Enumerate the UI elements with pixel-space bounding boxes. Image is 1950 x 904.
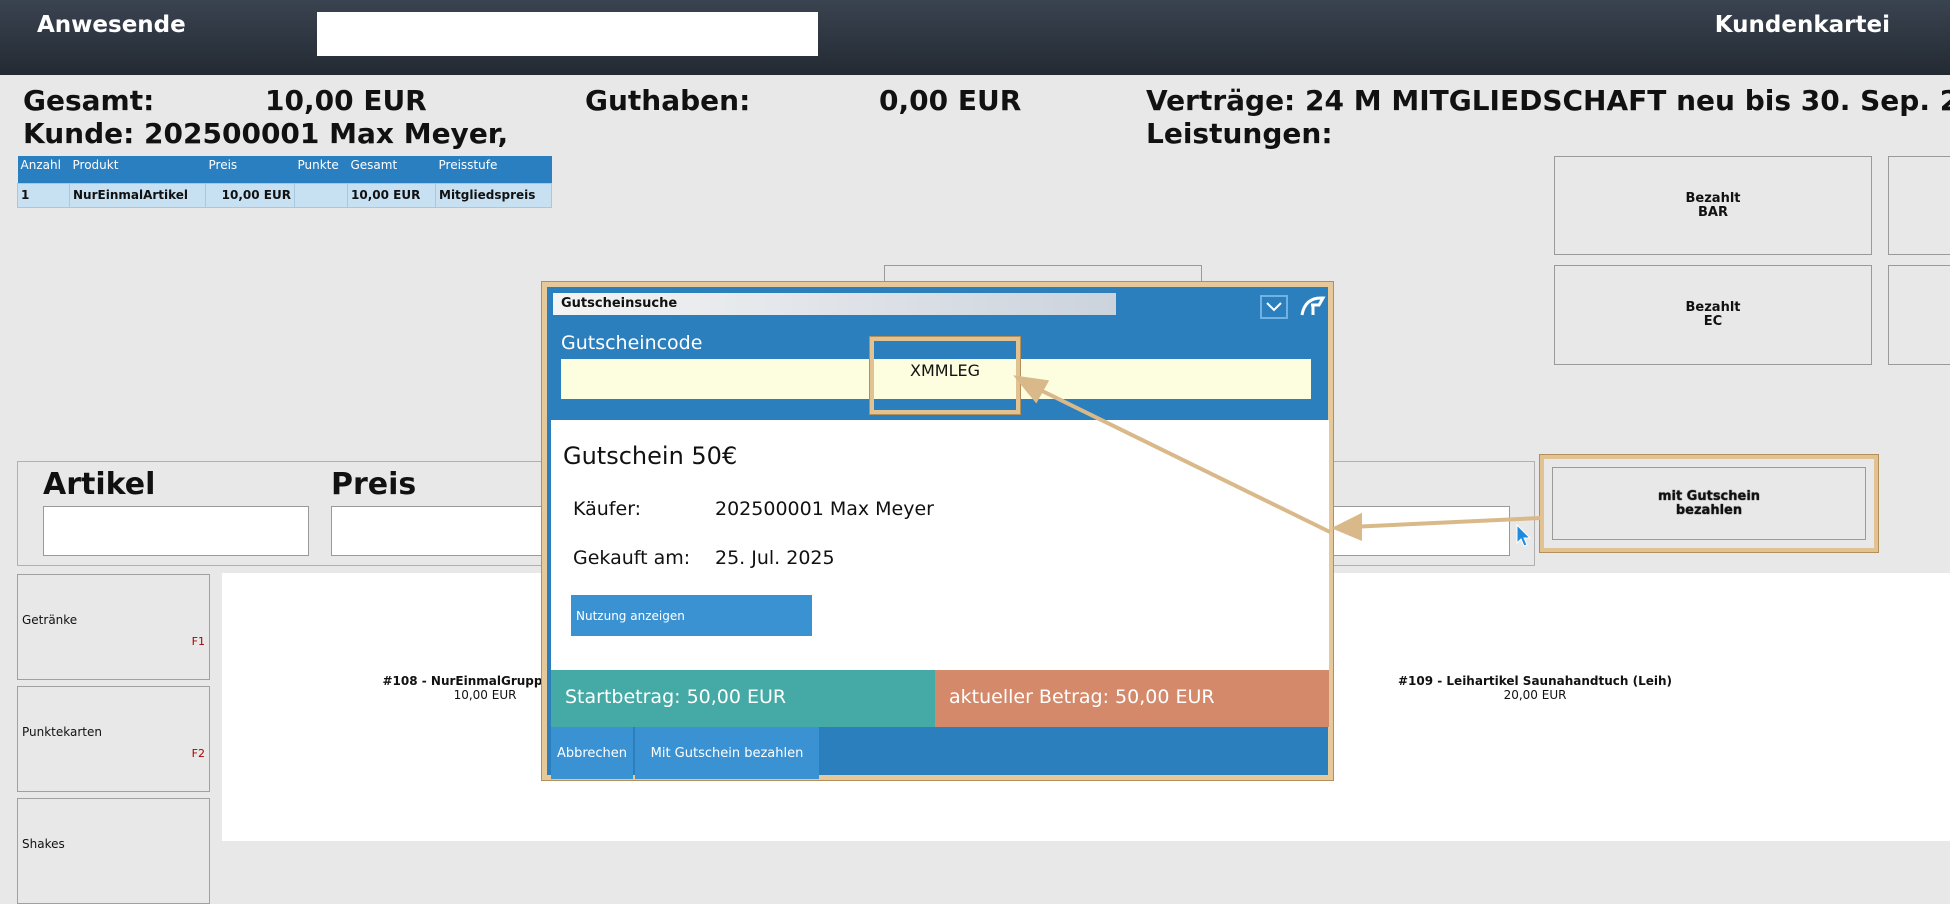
buyer-value: 202500001 Max Meyer xyxy=(715,498,934,520)
pay-with-voucher-highlight: mit Gutschein bezahlen xyxy=(1540,455,1878,552)
category-hotkey: F1 xyxy=(191,635,205,648)
total-value: 10,00 EUR xyxy=(265,84,427,117)
voucher-details: Gutschein 50€ Käufer: 202500001 Max Meye… xyxy=(551,420,1329,670)
contracts-text: Verträge: 24 M MITGLIEDSCHAFT neu bis 30… xyxy=(1146,84,1950,117)
cart-header: Anzahl xyxy=(17,156,70,183)
cart-header: Produkt xyxy=(69,156,206,183)
cell-product: NurEinmalArtikel xyxy=(69,182,206,208)
pay-with-voucher-sub: bezahlen xyxy=(1675,502,1743,518)
voucher-code-value: XMMLEG xyxy=(910,361,980,380)
paid-cash-sub: BAR xyxy=(1698,204,1728,220)
voucher-search-dialog: Gutscheinsuche Gutscheincode XMMLEG Guts… xyxy=(542,282,1333,780)
category-drinks[interactable]: Getränke F1 xyxy=(17,574,210,680)
show-usage-button[interactable]: Nutzung anzeigen xyxy=(571,595,812,636)
cell-price-tier: Mitgliedspreis xyxy=(435,182,552,208)
total-label: Gesamt: xyxy=(23,84,155,117)
category-punchcards[interactable]: Punktekarten F2 xyxy=(17,686,210,792)
price-label: Preis xyxy=(331,467,417,502)
pay-with-voucher-label: mit Gutschein xyxy=(1657,488,1761,504)
product-price: 20,00 EUR xyxy=(1503,688,1567,702)
product-name: #109 - Leihartikel Saunahandtuch (Leih) xyxy=(1397,674,1673,688)
article-label: Artikel xyxy=(43,467,156,502)
paid-card-sub: EC xyxy=(1703,314,1723,329)
credit-value: 0,00 EUR xyxy=(879,84,1022,117)
dialog-title: Gutscheinsuche xyxy=(553,293,1116,315)
cart-header: Preisstufe xyxy=(435,156,552,183)
cart-header-row: Anzahl Produkt Preis Punkte Gesamt Preis… xyxy=(17,156,552,183)
cell-points xyxy=(294,182,348,208)
category-hotkey: F2 xyxy=(191,747,205,760)
entry-input-right[interactable] xyxy=(1330,506,1510,556)
attendees-title[interactable]: Anwesende xyxy=(37,12,186,38)
credit-label: Guthaben: xyxy=(585,84,751,117)
category-label: Shakes xyxy=(22,837,65,851)
buyer-label: Käufer: xyxy=(573,498,642,520)
services-label: Leistungen: xyxy=(1146,117,1333,150)
chevron-down-icon xyxy=(1266,302,1282,312)
price-input[interactable] xyxy=(331,506,546,556)
collapse-button[interactable] xyxy=(1260,295,1288,319)
pay-button-partial[interactable] xyxy=(1888,265,1950,365)
paid-cash-button[interactable]: Bezahlt BAR xyxy=(1554,156,1872,255)
article-input[interactable] xyxy=(43,506,309,556)
start-amount: Startbetrag: 50,00 EUR xyxy=(551,670,935,727)
paid-cash-label: Bezahlt xyxy=(1685,190,1741,206)
member-search-input[interactable] xyxy=(317,12,818,56)
cell-quantity: 1 xyxy=(17,182,70,208)
paid-card-button[interactable]: Bezahlt EC xyxy=(1554,265,1872,365)
customer-text: Kunde: 202500001 Max Meyer, xyxy=(23,117,509,150)
app-logo-icon xyxy=(1300,296,1326,316)
cell-total: 10,00 EUR xyxy=(347,182,436,208)
voucher-code-label: Gutscheincode xyxy=(561,332,703,354)
category-label: Getränke xyxy=(22,613,78,627)
category-shakes[interactable]: Shakes xyxy=(17,798,210,904)
current-amount: aktueller Betrag: 50,00 EUR xyxy=(935,670,1329,727)
table-row[interactable]: 1 NurEinmalArtikel 10,00 EUR 10,00 EUR M… xyxy=(17,182,552,208)
cart-header: Gesamt xyxy=(347,156,436,183)
paid-card-label: Bezahlt xyxy=(1685,300,1741,315)
pay-button-partial[interactable] xyxy=(1888,156,1950,255)
pay-with-voucher-dialog-button[interactable]: Mit Gutschein bezahlen xyxy=(635,727,819,779)
pay-with-voucher-button[interactable]: mit Gutschein bezahlen xyxy=(1552,467,1866,540)
cart-table: Anzahl Produkt Preis Punkte Gesamt Preis… xyxy=(17,156,552,208)
voucher-title: Gutschein 50€ xyxy=(563,442,738,470)
product-tile[interactable]: #109 - Leihartikel Saunahandtuch (Leih) … xyxy=(1385,674,1685,702)
purchased-value: 25. Jul. 2025 xyxy=(715,547,835,569)
customer-file-link[interactable]: Kundenkartei xyxy=(1715,12,1890,38)
purchased-label: Gekauft am: xyxy=(573,547,691,569)
cart-header: Punkte xyxy=(294,156,348,183)
cell-price: 10,00 EUR xyxy=(205,182,295,208)
top-bar xyxy=(0,0,1950,75)
category-label: Punktekarten xyxy=(22,725,102,739)
mouse-cursor-icon xyxy=(1516,524,1532,547)
cancel-button[interactable]: Abbrechen xyxy=(551,727,633,779)
cart-header: Preis xyxy=(205,156,295,183)
